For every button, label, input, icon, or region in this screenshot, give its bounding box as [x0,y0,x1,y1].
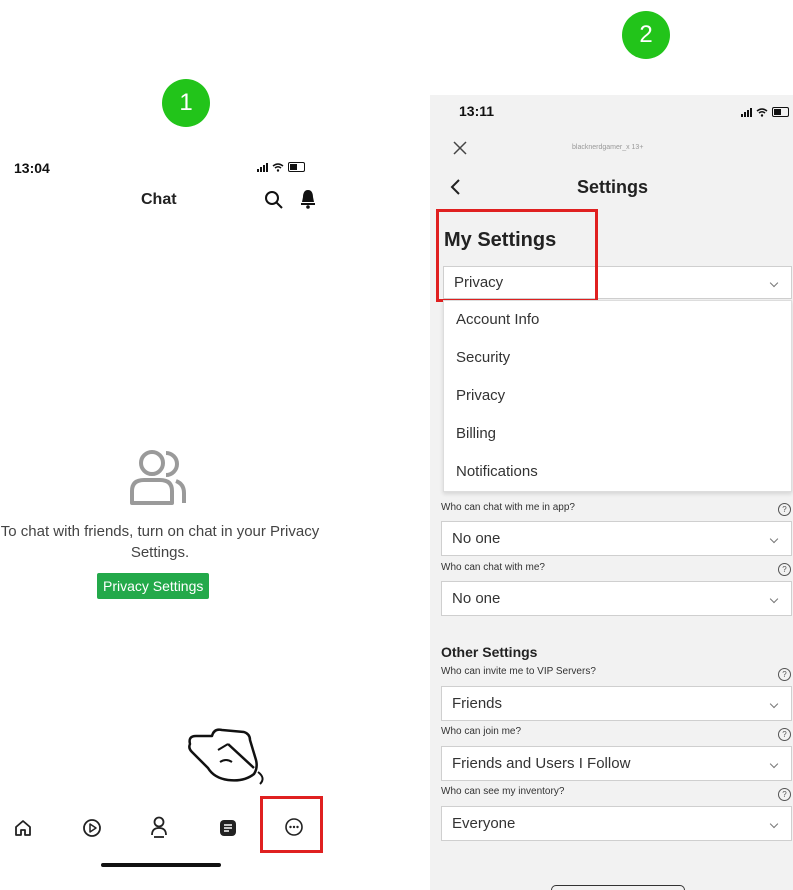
chat-in-app-value: No one [452,530,501,547]
left-status-time: 13:04 [14,160,50,176]
chevron-down-icon [769,534,779,543]
wifi-icon [756,107,768,117]
battery-icon [772,107,789,117]
right-status-icons [741,107,789,117]
chat-in-app-label: Who can chat with me in app? [441,502,575,513]
home-icon[interactable] [11,816,35,840]
home-indicator [101,863,221,867]
more-icon[interactable] [282,815,306,839]
vip-invite-label: Who can invite me to VIP Servers? [441,666,596,677]
settings-page-title: Settings [577,177,649,197]
chevron-down-icon [769,699,779,708]
signal-icon [741,107,752,117]
vip-invite-select[interactable]: Friends [441,686,792,721]
dropdown-option-account-info[interactable]: Account Info [456,311,539,328]
search-icon[interactable] [264,190,284,210]
save-button-edge[interactable] [551,885,685,890]
inventory-select[interactable]: Everyone [441,806,792,841]
join-me-value: Friends and Users I Follow [452,755,631,772]
wifi-icon [272,162,284,172]
empty-chat-message: To chat with friends, turn on chat in yo… [0,523,320,561]
chat-with-me-select[interactable]: No one [441,581,792,616]
help-icon[interactable]: ? [778,503,791,516]
help-icon[interactable]: ? [778,668,791,681]
chevron-down-icon [769,278,779,287]
inventory-label: Who can see my inventory? [441,786,565,797]
right-status-time: 13:11 [459,103,495,119]
privacy-settings-button[interactable]: Privacy Settings [97,573,210,599]
chat-with-me-value: No one [452,590,501,607]
signal-icon [257,162,268,172]
notification-bell-icon[interactable] [298,188,318,210]
play-icon[interactable] [80,816,104,840]
close-icon[interactable] [452,140,468,156]
avatar-icon[interactable] [147,815,171,839]
inventory-value: Everyone [452,815,516,832]
chevron-down-icon [769,594,779,603]
chevron-down-icon [769,759,779,768]
pointing-hand-icon [188,728,264,785]
help-icon[interactable]: ? [778,788,791,801]
vip-invite-value: Friends [452,695,503,712]
help-icon[interactable]: ? [778,563,791,576]
chat-icon[interactable] [216,816,240,840]
category-dropdown-menu: Account Info Security Privacy Billing No… [443,300,792,492]
dropdown-option-security[interactable]: Security [456,349,510,366]
help-icon[interactable]: ? [778,728,791,741]
dropdown-option-notifications[interactable]: Notifications [456,463,538,480]
battery-icon [288,162,305,172]
back-arrow-icon[interactable] [450,178,462,196]
join-me-select[interactable]: Friends and Users I Follow [441,746,792,781]
join-me-label: Who can join me? [441,726,522,737]
chat-in-app-select[interactable]: No one [441,521,792,556]
friends-icon [130,450,186,505]
step-1-badge: 1 [162,79,210,127]
dropdown-option-billing[interactable]: Billing [456,425,496,442]
chevron-down-icon [769,819,779,828]
dropdown-option-privacy[interactable]: Privacy [456,387,505,404]
left-status-icons [257,162,305,172]
step-2-badge: 2 [622,11,670,59]
chat-with-me-label: Who can chat with me? [441,562,545,573]
step-1-number: 1 [179,89,193,116]
step-2-number: 2 [639,21,653,48]
other-settings-heading: Other Settings [441,644,538,660]
username-label: blacknerdgamer_x 13+ [572,144,644,151]
my-settings-highlight [436,209,598,302]
chat-page-title: Chat [141,191,177,208]
